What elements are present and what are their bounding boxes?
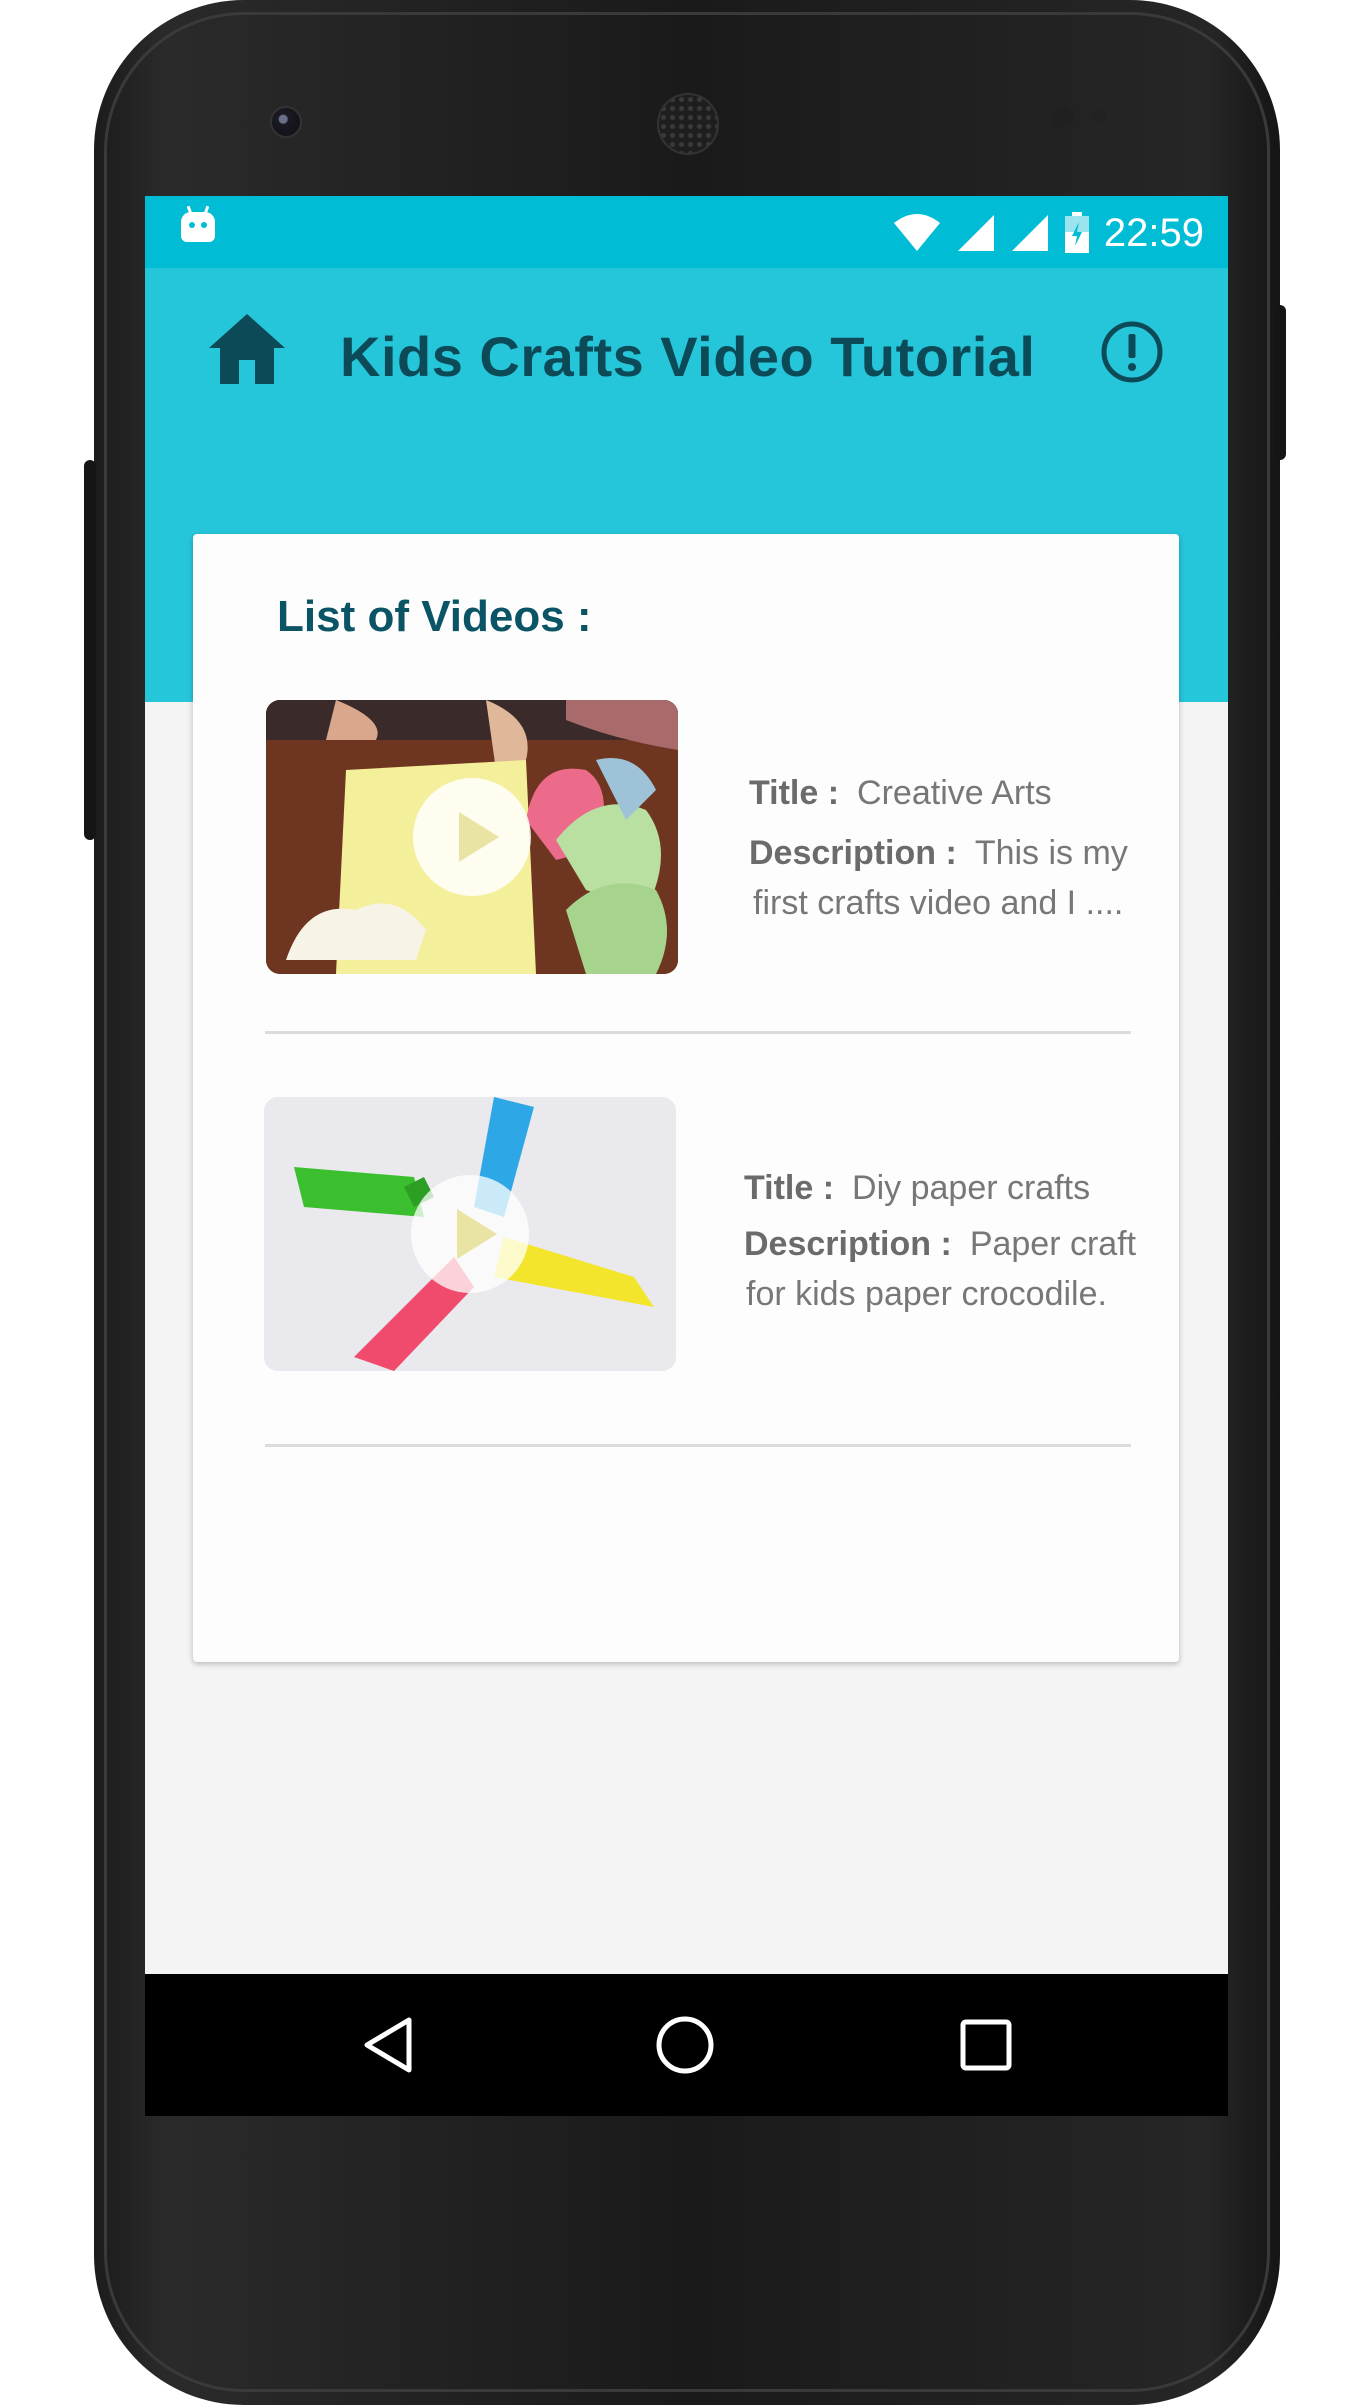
video-description-line1: This is my <box>974 834 1128 872</box>
battery-icon <box>1064 212 1089 253</box>
status-time: 22:59 <box>1103 210 1204 255</box>
status-icons: 22:59 <box>892 210 1204 256</box>
home-icon[interactable] <box>207 312 287 386</box>
title-label: Title : <box>749 774 840 812</box>
divider <box>265 1031 1131 1034</box>
wifi-icon <box>893 214 940 251</box>
video-meta: Title : Creative Arts Description : This i… <box>749 768 1128 928</box>
video-title: Creative Arts <box>857 774 1052 812</box>
divider <box>265 1444 1131 1447</box>
recents-icon[interactable] <box>953 2012 1019 2078</box>
android-icon <box>181 205 215 242</box>
front-camera <box>270 106 302 138</box>
status-bar: 22:59 <box>145 196 1228 268</box>
video-title: Diy paper crafts <box>852 1169 1091 1207</box>
signal-icon <box>957 215 994 251</box>
screen: 22:59 Kids Crafts Video Tutorial List of… <box>145 196 1228 2116</box>
video-description-line1: Paper craft <box>969 1225 1137 1263</box>
navigation-bar <box>145 1974 1228 2116</box>
crafts-hands-thumbnail[interactable] <box>266 700 678 974</box>
video-meta: Title : Diy paper crafts Description : Pap… <box>744 1163 1136 1319</box>
title-label: Title : <box>744 1169 835 1207</box>
description-label: Description : <box>749 834 957 872</box>
info-icon[interactable] <box>1100 320 1164 384</box>
video-description-line2: first crafts video and I .... <box>753 884 1124 922</box>
play-icon[interactable] <box>413 778 531 896</box>
video-list-card: List of Videos : Title: Creative Arts D… <box>193 534 1179 1662</box>
volume-button <box>84 460 96 840</box>
power-button <box>1274 305 1286 460</box>
back-icon[interactable] <box>357 2012 423 2078</box>
app-title: Kids Crafts Video Tutorial <box>340 325 1036 388</box>
earpiece-speaker <box>657 93 719 155</box>
home-circle-icon[interactable] <box>652 2012 718 2078</box>
video-description-line2: for kids paper crocodile. <box>746 1275 1107 1313</box>
light-sensor <box>1092 110 1106 124</box>
proximity-sensor <box>1052 106 1074 128</box>
signal-icon <box>1011 215 1048 251</box>
paper-crocodiles-thumbnail[interactable] <box>264 1097 676 1371</box>
description-label: Description : <box>744 1225 952 1263</box>
play-icon[interactable] <box>411 1175 529 1293</box>
list-heading: List of Videos : <box>277 592 592 641</box>
